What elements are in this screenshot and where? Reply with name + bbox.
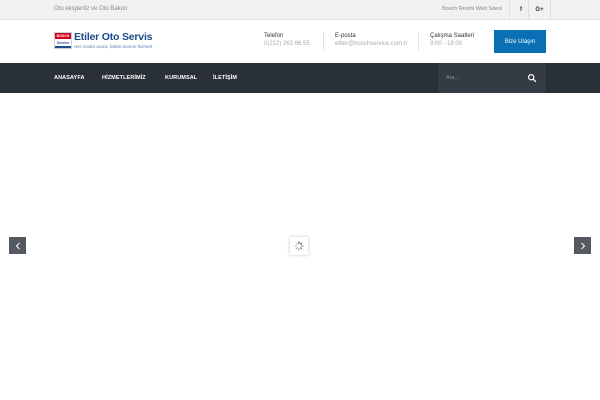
search-input[interactable] <box>446 72 526 84</box>
nav-item-contact[interactable]: İLETİŞİM <box>213 63 237 93</box>
phone-label: Telefon <box>264 33 284 39</box>
logo-badge-top: BOSCH <box>55 33 71 39</box>
nav-item-services[interactable]: HİZMETLERİMİZ <box>102 63 146 93</box>
loading-spinner <box>290 237 308 255</box>
logo-name: Etiler Oto Servis <box>74 31 153 43</box>
logo-name-part2: Oto Servis <box>101 31 153 43</box>
email-info: E-posta etiler@boschservice.com.tr <box>335 33 407 47</box>
search-icon[interactable] <box>527 73 537 83</box>
hours-value: 9:00 - 18:00 <box>430 41 463 47</box>
hours-info: Çalışma Saatleri 9:00 - 18:00 <box>430 33 474 47</box>
email-label: E-posta <box>335 33 356 39</box>
chevron-left-icon <box>15 242 20 249</box>
chevron-right-icon <box>580 242 585 249</box>
hours-label: Çalışma Saatleri <box>430 33 475 39</box>
top-tagline: Oto ekspertiz ve Oto Bakım <box>54 6 128 12</box>
divider <box>418 32 419 50</box>
official-site-link[interactable]: Bosch Resmi Web Sitesi <box>442 6 502 12</box>
logo-stripe <box>55 46 71 48</box>
phone-info: Telefon 0(212) 263 66 55 <box>264 33 310 47</box>
top-bar: Oto ekspertiz ve Oto Bakım Bosch Resmi W… <box>0 0 600 20</box>
divider <box>323 32 324 50</box>
nav-item-home[interactable]: ANASAYFA <box>54 63 85 93</box>
slider-prev-button[interactable] <box>9 237 26 254</box>
hero-slider <box>0 93 600 400</box>
bosch-service-logo: BOSCH Service <box>54 32 72 49</box>
logo-name-part1: Etiler <box>74 31 100 43</box>
contact-us-button[interactable]: Bize Ulaşın <box>494 30 546 53</box>
site-header: BOSCH Service Etiler Oto Servis Her mark… <box>0 20 600 63</box>
google-plus-icon[interactable]: G+ <box>528 0 551 20</box>
email-value[interactable]: etiler@boschservice.com.tr <box>335 41 407 47</box>
logo-slogan: Her marka araca, bütün onarım hizmeti <box>74 44 153 49</box>
search-box <box>438 63 546 93</box>
phone-value[interactable]: 0(212) 263 66 55 <box>264 41 310 47</box>
main-nav: ANASAYFA HİZMETLERİMİZ KURUMSAL İLETİŞİM <box>0 63 600 93</box>
nav-item-corporate[interactable]: KURUMSAL <box>165 63 197 93</box>
spinner-icon <box>294 241 304 251</box>
slider-next-button[interactable] <box>574 237 591 254</box>
